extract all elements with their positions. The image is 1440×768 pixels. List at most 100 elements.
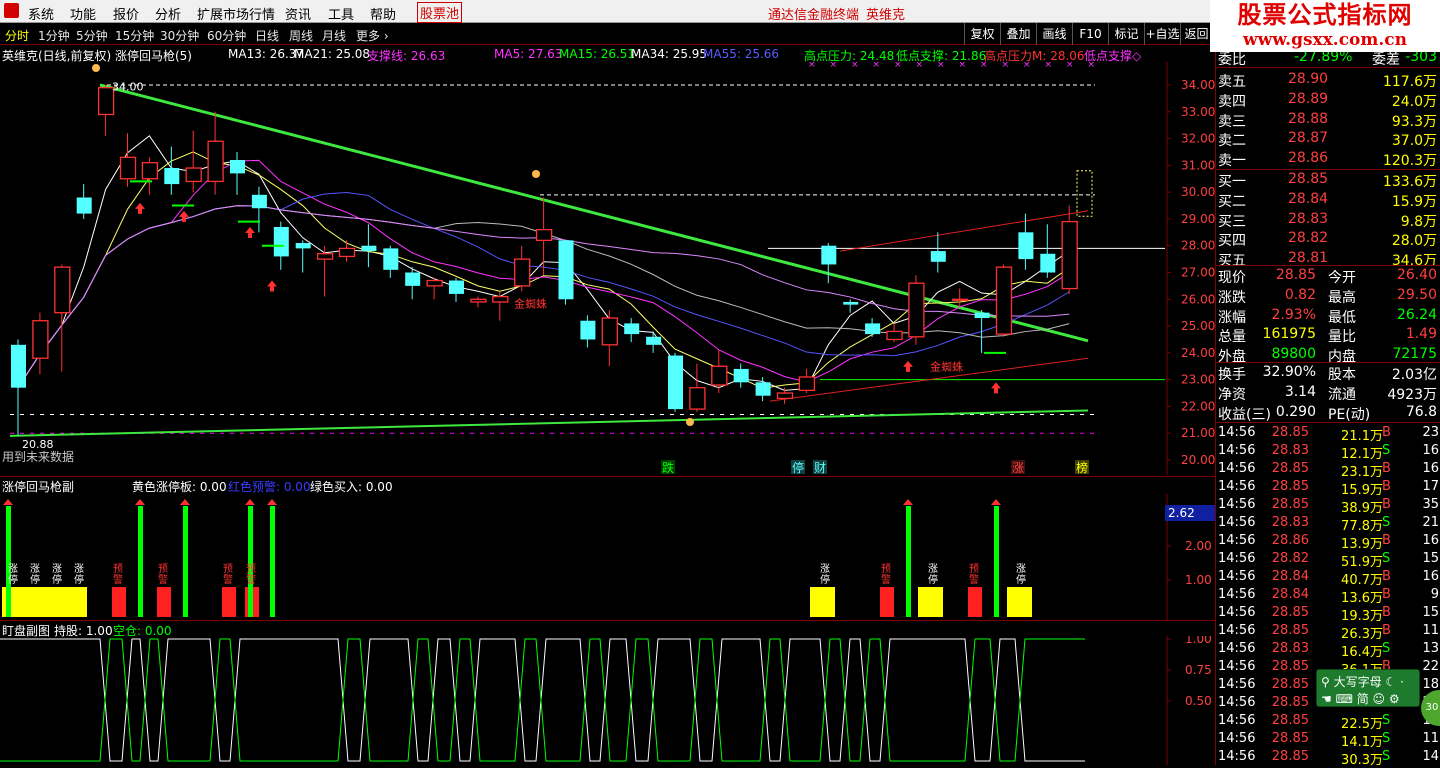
tick-price: 28.85 xyxy=(1271,425,1309,440)
tick-side: B xyxy=(1382,533,1391,548)
warning-block xyxy=(157,587,171,617)
tick-volume: 30.3万 xyxy=(1341,753,1383,768)
period-tab-15min[interactable]: 15分钟 xyxy=(115,27,154,44)
pos-tick-label: 0.50 xyxy=(1185,694,1212,708)
candle-body-down xyxy=(668,355,683,410)
value: 26.24 xyxy=(1396,306,1437,323)
tick-time: 14:56 xyxy=(1218,587,1256,602)
tick-side: S xyxy=(1382,731,1391,746)
buy-arrow-icon xyxy=(180,499,190,505)
tick-side: S xyxy=(1382,443,1391,458)
cross-marker: × xyxy=(1002,62,1010,70)
toolbar-watchlist-button[interactable]: +自选 xyxy=(1144,23,1180,45)
candle-body-down xyxy=(558,240,574,300)
menu-quote[interactable]: 报价 xyxy=(113,4,139,23)
value: 4923万 xyxy=(1387,386,1437,403)
toolbar-adjust-button[interactable]: 复权 xyxy=(964,23,1000,45)
ask-level-row: 卖五 28.90 117.6万 xyxy=(1216,70,1440,90)
limit-up-signal-chart[interactable]: 2.001.002.62涨停涨停涨停涨停涨停涨停涨停预警预警预警预警预警预警 xyxy=(0,494,1215,620)
tick-row: 14:56 28.85 21.1万 B 23 xyxy=(1216,424,1440,444)
period-tab-60min[interactable]: 60分钟 xyxy=(207,27,246,44)
buy-signal-bar xyxy=(138,506,143,617)
period-tab-monthly[interactable]: 月线 xyxy=(322,27,346,44)
period-tab-30min[interactable]: 30分钟 xyxy=(160,27,199,44)
tick-time: 14:56 xyxy=(1218,605,1256,620)
buy-signal-bar xyxy=(906,506,911,617)
toolbar-f10-button[interactable]: F10 xyxy=(1072,23,1108,45)
candle-body-up xyxy=(141,162,159,180)
label: 最低 xyxy=(1328,309,1356,326)
quote-panel: 委比 -27.89% 委差 -303 卖五 28.90 117.6万 卖四 28.89 24.0万… xyxy=(1215,49,1440,768)
warning-stamp: 预 xyxy=(113,563,123,575)
toolbar-mark-button[interactable]: 标记 xyxy=(1108,23,1144,45)
label: 卖一 xyxy=(1218,153,1246,170)
candle-body-up xyxy=(54,266,71,314)
tick-side: B xyxy=(1382,587,1391,602)
candle-body-down xyxy=(164,168,180,185)
cross-marker: × xyxy=(894,62,902,70)
candle-body-down xyxy=(843,301,859,305)
warning-block xyxy=(880,587,894,617)
toolbar-back-button[interactable]: 返回 xyxy=(1180,23,1212,45)
period-tab-daily[interactable]: 日线 xyxy=(255,27,279,44)
candle-body-up xyxy=(1061,220,1078,290)
period-tab-more[interactable]: 更多 › xyxy=(356,27,389,44)
period-tab-timeshare[interactable]: 分时 xyxy=(5,27,29,44)
value: 1.49 xyxy=(1405,326,1437,343)
tick-price: 28.83 xyxy=(1271,443,1309,458)
current-value-label: 2.62 xyxy=(1168,506,1195,520)
price-tick-label: 23.00 xyxy=(1181,373,1215,387)
cross-marker: × xyxy=(873,62,881,70)
tick-row: 14:56 28.86 13.9万 B 16 xyxy=(1216,532,1440,552)
tick-time: 14:56 xyxy=(1218,749,1256,764)
label: 卖二 xyxy=(1218,133,1246,150)
toolbar-draw-button[interactable]: 画线 xyxy=(1036,23,1072,45)
menu-extended-market[interactable]: 扩展市场行情 xyxy=(197,4,275,23)
future-data-note: 用到未来数据 xyxy=(2,449,74,464)
cross-marker: × xyxy=(1066,62,1074,70)
candle-body-up xyxy=(798,376,816,392)
candle-body-up xyxy=(316,253,334,260)
period-tab-5min[interactable]: 5分钟 xyxy=(76,27,108,44)
label: 委比 xyxy=(1218,52,1246,68)
menu-function[interactable]: 功能 xyxy=(70,4,96,23)
tick-row: 14:56 28.84 40.7万 B 16 xyxy=(1216,568,1440,588)
toolbar-overlay-button[interactable]: 叠加 xyxy=(1000,23,1036,45)
ma34-value: MA34: 25.95 xyxy=(631,47,708,61)
limit-up-stamp: 停 xyxy=(820,573,830,586)
buy-arrow-icon xyxy=(991,382,1001,394)
limit-up-block xyxy=(810,587,835,617)
menu-news[interactable]: 资讯 xyxy=(285,4,311,23)
candlestick-chart[interactable]: 34.00 33.00 32.00 31.00 30.00 29.00 28.00 27.00… xyxy=(0,62,1215,475)
menu-analysis[interactable]: 分析 xyxy=(155,4,181,23)
candle-body-down xyxy=(930,251,946,262)
tick-side: B xyxy=(1382,425,1391,440)
price: 28.82 xyxy=(1288,230,1329,247)
period-tab-weekly[interactable]: 周线 xyxy=(289,27,313,44)
period-tab-1min[interactable]: 1分钟 xyxy=(38,27,70,44)
tick-time: 14:56 xyxy=(1218,425,1256,440)
tick-count: 15 xyxy=(1422,551,1439,566)
price: 28.88 xyxy=(1288,110,1329,127)
tick-row: 14:56 28.82 51.9万 S 15 xyxy=(1216,550,1440,570)
label: 股本 xyxy=(1328,367,1356,383)
tick-row: 14:56 28.83 16.4万 S 13 xyxy=(1216,640,1440,660)
label: 买四 xyxy=(1218,233,1246,250)
menu-stock-pool[interactable]: 股票池 xyxy=(417,2,463,23)
volume: 37.0万 xyxy=(1391,133,1437,150)
price-tick-label: 27.00 xyxy=(1181,266,1215,280)
ime-toolbar[interactable]: ⚲ 大写字母 ☾ · ☚ ⌨ 简 ☺ ⚙ xyxy=(1316,669,1420,707)
tick-count: 17 xyxy=(1422,479,1439,494)
position-signal-chart[interactable]: 1.00 0.75 0.50 xyxy=(0,636,1215,765)
menu-help[interactable]: 帮助 xyxy=(370,4,396,23)
buy-arrow-icon xyxy=(991,499,1001,505)
menu-tools[interactable]: 工具 xyxy=(328,4,354,23)
tick-time: 14:56 xyxy=(1218,713,1256,728)
value: 28.85 xyxy=(1275,267,1316,283)
label: 卖三 xyxy=(1218,113,1246,130)
value: 2.03亿 xyxy=(1391,367,1437,383)
tick-price: 28.85 xyxy=(1271,479,1309,494)
tick-side: S xyxy=(1382,749,1391,764)
menu-system[interactable]: 系统 xyxy=(28,4,54,23)
ask-level-row: 卖二 28.87 37.0万 xyxy=(1216,129,1440,150)
